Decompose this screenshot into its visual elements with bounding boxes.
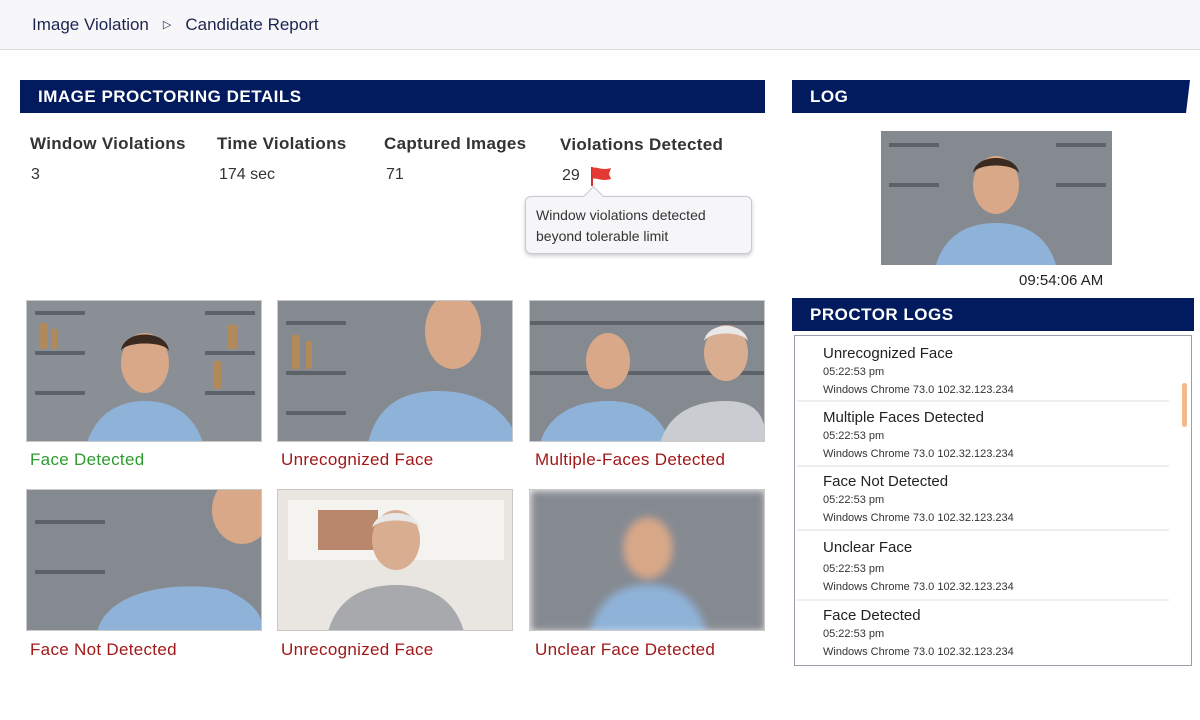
person-photo-icon [278,490,512,630]
violation-tooltip: Window violations detected beyond tolera… [525,196,752,254]
stat-label-violations-detected: Violations Detected [560,135,724,154]
capture-thumbnail-4[interactable] [26,489,262,631]
section-title: IMAGE PROCTORING DETAILS [38,86,302,106]
breadcrumb-current: Candidate Report [185,14,319,34]
stat-label-time-violations: Time Violations [217,134,347,153]
image-proctoring-details-header: IMAGE PROCTORING DETAILS [20,80,765,113]
proctor-logs-title: PROCTOR LOGS [810,304,954,324]
log-item-device: Windows Chrome 73.0 102.32.123.234 [823,448,1014,460]
log-item-title: Unrecognized Face [823,345,954,362]
person-photo-icon [278,301,512,441]
divider [797,465,1169,467]
two-people-photo-icon [530,301,764,441]
stat-value-violations-detected: 29 [562,167,580,184]
log-item-time: 05:22:53 pm [823,628,885,640]
proctor-log-item[interactable]: Unclear Face 05:22:53 pm Windows Chrome … [795,539,1169,593]
proctor-log-scrollbar[interactable] [1182,383,1187,427]
proctor-log-item[interactable]: Face Not Detected 05:22:53 pm Windows Ch… [795,473,1169,524]
log-title: LOG [810,86,849,106]
log-item-title: Unclear Face [823,539,913,556]
red-flag-icon[interactable] [589,165,613,187]
capture-thumbnail-2[interactable] [277,300,513,442]
stat-value-window-violations: 3 [31,166,40,183]
capture-caption-5: Unrecognized Face [281,640,434,659]
capture-caption-4: Face Not Detected [30,640,177,659]
divider [797,599,1169,601]
log-item-title: Multiple Faces Detected [823,409,984,426]
proctor-logs-header: PROCTOR LOGS [792,298,1194,331]
log-header: LOG [792,80,1190,113]
capture-thumbnail-1[interactable] [26,300,262,442]
log-timestamp: 09:54:06 AM [1019,272,1104,289]
person-photo-icon [27,301,261,441]
log-item-title: Face Detected [823,607,921,624]
log-item-time: 05:22:53 pm [823,563,885,575]
capture-caption-1: Face Detected [30,450,145,469]
blurred-person-photo-icon [530,490,764,630]
capture-caption-2: Unrecognized Face [281,450,434,469]
breadcrumb-root-link[interactable]: Image Violation [32,15,149,35]
tooltip-text: Window violations detected beyond tolera… [536,207,706,244]
stat-value-time-violations: 174 sec [219,166,276,183]
capture-caption-6: Unclear Face Detected [535,640,716,659]
capture-caption-3: Multiple-Faces Detected [535,450,726,469]
proctor-log-item[interactable]: Multiple Faces Detected 05:22:53 pm Wind… [795,409,1169,460]
log-snapshot[interactable] [881,131,1112,265]
log-item-time: 05:22:53 pm [823,494,885,506]
divider [797,400,1169,402]
stat-label-window-violations: Window Violations [30,134,186,153]
proctor-log-item[interactable]: Face Detected 05:22:53 pm Windows Chrome… [795,607,1169,658]
person-photo-icon [881,131,1112,265]
capture-thumbnail-3[interactable] [529,300,765,442]
proctor-log-list[interactable]: Unrecognized Face 05:22:53 pm Windows Ch… [794,335,1192,666]
log-item-time: 05:22:53 pm [823,430,885,442]
person-photo-icon [27,490,261,630]
log-item-device: Windows Chrome 73.0 102.32.123.234 [823,512,1014,524]
log-item-device: Windows Chrome 73.0 102.32.123.234 [823,646,1014,658]
proctor-log-item[interactable]: Unrecognized Face 05:22:53 pm Windows Ch… [795,345,1169,396]
stat-value-captured-images: 71 [386,166,404,183]
capture-thumbnail-6[interactable] [529,489,765,631]
log-item-device: Windows Chrome 73.0 102.32.123.234 [823,384,1014,396]
divider [797,529,1169,531]
stat-label-captured-images: Captured Images [384,134,527,153]
breadcrumb: Image Violation ▷ Candidate Report [0,0,1200,50]
log-item-device: Windows Chrome 73.0 102.32.123.234 [823,581,1014,593]
capture-thumbnail-5[interactable] [277,489,513,631]
log-item-time: 05:22:53 pm [823,366,885,378]
log-item-title: Face Not Detected [823,473,949,490]
breadcrumb-separator-icon: ▷ [162,19,172,31]
